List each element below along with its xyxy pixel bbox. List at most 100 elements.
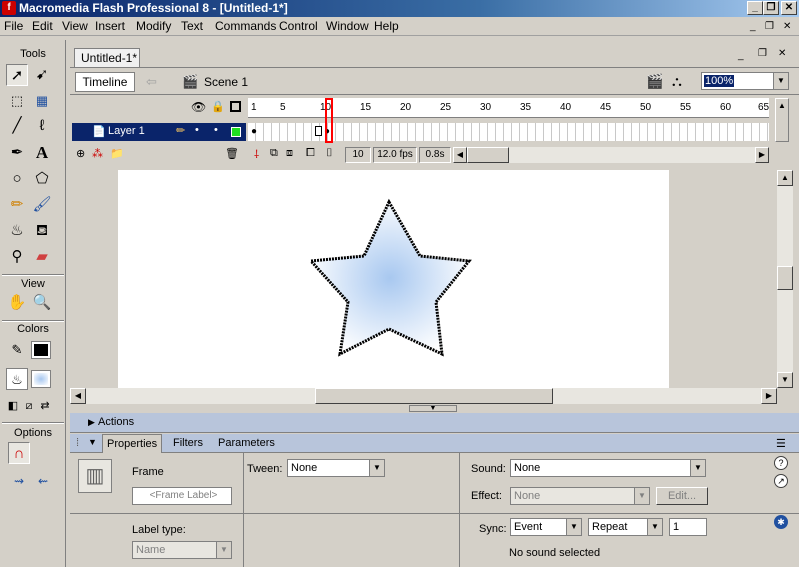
tab-properties[interactable]: Properties [102,434,163,453]
hscroll-thumb[interactable] [315,388,553,404]
doc-tab-minimize-icon[interactable]: _ [738,50,744,61]
chevron-down-icon[interactable]: ▼ [216,542,231,558]
timeline-vscroll[interactable]: ▲ [775,98,789,142]
edit-scene-icon[interactable]: 🎬 [646,73,663,90]
text-tool-icon[interactable]: A [31,142,53,164]
menu-edit[interactable]: Edit [32,19,53,34]
menu-modify[interactable]: Modify [136,19,171,34]
lock-dot[interactable]: • [214,124,218,136]
menu-control[interactable]: Control [279,19,318,34]
chevron-down-icon[interactable]: ▼ [690,460,705,476]
menu-commands[interactable]: Commands [215,19,276,34]
repeat-count-input[interactable]: 1 [669,518,707,536]
chevron-down-icon[interactable]: ▼ [634,488,649,504]
expand-arrow-icon[interactable]: ▶ [88,413,95,432]
delete-layer-icon[interactable]: 🗑 [225,147,239,160]
frame-end-marker[interactable] [315,126,322,136]
menu-text[interactable]: Text [181,19,203,34]
smooth-icon[interactable]: ⇝ [8,470,30,492]
timeline-hscroll-track[interactable] [467,147,757,163]
effect-select[interactable]: None ▼ [510,487,650,505]
timeline-toggle-button[interactable]: Timeline [75,72,135,92]
layer-row[interactable]: 📄 Layer 1 ✏ • • [72,123,246,141]
lock-icon[interactable]: 🔒 [211,100,225,113]
menu-view[interactable]: View [62,19,88,34]
onion-skin-outlines-icon[interactable]: ⧈ [286,147,293,160]
center-frame-icon[interactable]: ⸸ [254,147,259,162]
snap-magnet-icon[interactable]: ∩ [8,442,30,464]
arrow-tool-icon[interactable]: ➚ [6,64,28,86]
eye-icon[interactable]: 👁 [191,100,206,114]
swap-colors-icon[interactable]: ⇄ [36,395,54,417]
eraser-tool-icon[interactable]: ▰ [31,246,53,268]
vscroll-thumb[interactable] [777,266,793,290]
scroll-left-icon[interactable]: ◀ [70,388,86,404]
pen-tool-icon[interactable]: ✒ [6,142,28,164]
edit-envelope-button[interactable]: Edit... [656,487,708,505]
timeline-hscroll-thumb[interactable] [467,147,509,163]
chevron-down-icon[interactable]: ▼ [369,460,384,476]
stage[interactable] [118,170,669,388]
insert-folder-icon[interactable]: 📁 [110,147,124,160]
document-tab[interactable]: Untitled-1* [74,48,140,67]
frame-label-input[interactable]: <Frame Label> [132,487,232,505]
straighten-icon[interactable]: ⇜ [32,470,54,492]
free-transform-tool-icon[interactable]: ⬚ [6,90,28,112]
actions-panel-header[interactable]: ▶ Actions [70,413,799,433]
doc-minimize-button[interactable]: _ [750,19,756,34]
visibility-dot[interactable]: • [195,124,199,136]
menu-window[interactable]: Window [326,19,369,34]
line-tool-icon[interactable]: ╱ [6,115,28,137]
zoom-tool-icon[interactable]: 🔍 [31,292,53,314]
insert-layer-icon[interactable]: ⊕ [76,147,85,160]
edit-multiple-frames-icon[interactable]: ⧠ [306,147,315,160]
oval-tool-icon[interactable]: ○ [6,168,28,190]
label-type-select[interactable]: Name ▼ [132,541,232,559]
outline-icon[interactable] [230,101,241,112]
pencil-tool-icon[interactable]: ✏ [6,194,28,216]
fill-color-swatch[interactable] [31,370,51,388]
doc-restore-button[interactable]: ❐ [765,19,774,34]
grip-icon[interactable]: ⁞ [76,437,79,449]
doc-tab-close-icon[interactable]: ✕ [778,48,786,59]
sound-select[interactable]: None ▼ [510,459,706,477]
brush-tool-icon[interactable]: 🖌 [31,194,53,216]
accessibility-icon[interactable]: ✱ [774,515,788,529]
sync-select[interactable]: Event ▼ [510,518,582,536]
add-guide-layer-icon[interactable]: ⁂ [92,147,103,160]
timeline-hscroll-left[interactable]: ◀ [453,147,467,163]
restore-button[interactable]: ❐ [763,1,779,15]
menu-help[interactable]: Help [374,19,399,34]
stage-hscroll[interactable]: ◀ ▶ [70,388,777,404]
playhead[interactable] [325,98,333,143]
help-icon[interactable]: ? [774,456,788,470]
menu-insert[interactable]: Insert [95,19,125,34]
subselect-tool-icon[interactable]: ➹ [31,64,53,86]
ink-bottle-tool-icon[interactable]: ♨ [6,220,28,242]
star-shape[interactable] [307,198,472,357]
minimize-button[interactable]: _ [747,1,763,15]
repeat-select[interactable]: Repeat ▼ [588,518,663,536]
onion-skin-icon[interactable]: ⧉ [270,147,278,160]
chevron-down-icon[interactable]: ▼ [647,519,662,535]
panel-options-icon[interactable]: ☰ [776,437,786,450]
rectangle-tool-icon[interactable]: ⬠ [31,168,53,190]
stroke-color-swatch[interactable] [31,341,51,359]
outline-color-swatch[interactable] [231,127,241,137]
doc-close-button[interactable]: ✕ [783,19,791,34]
timeline-hscroll-right[interactable]: ▶ [755,147,769,163]
menu-file[interactable]: File [4,19,23,34]
scroll-up-icon[interactable]: ▲ [777,170,793,186]
paint-bucket-tool-icon[interactable]: ⛾ [31,220,53,242]
scroll-down-icon[interactable]: ▼ [777,372,793,388]
zoom-select[interactable]: 100% ▼ [701,72,789,90]
edit-symbols-icon[interactable]: ⛬ [672,73,682,90]
tab-parameters[interactable]: Parameters [218,437,275,449]
tween-select[interactable]: None ▼ [287,459,385,477]
doc-tab-restore-icon[interactable]: ❐ [758,48,767,59]
chevron-down-icon[interactable]: ▼ [773,73,788,89]
chevron-down-icon[interactable]: ▼ [566,519,581,535]
modify-markers-icon[interactable]: ⌷ [326,147,333,160]
collapse-arrow-icon[interactable]: ▼ [88,437,97,447]
tab-filters[interactable]: Filters [173,437,203,449]
